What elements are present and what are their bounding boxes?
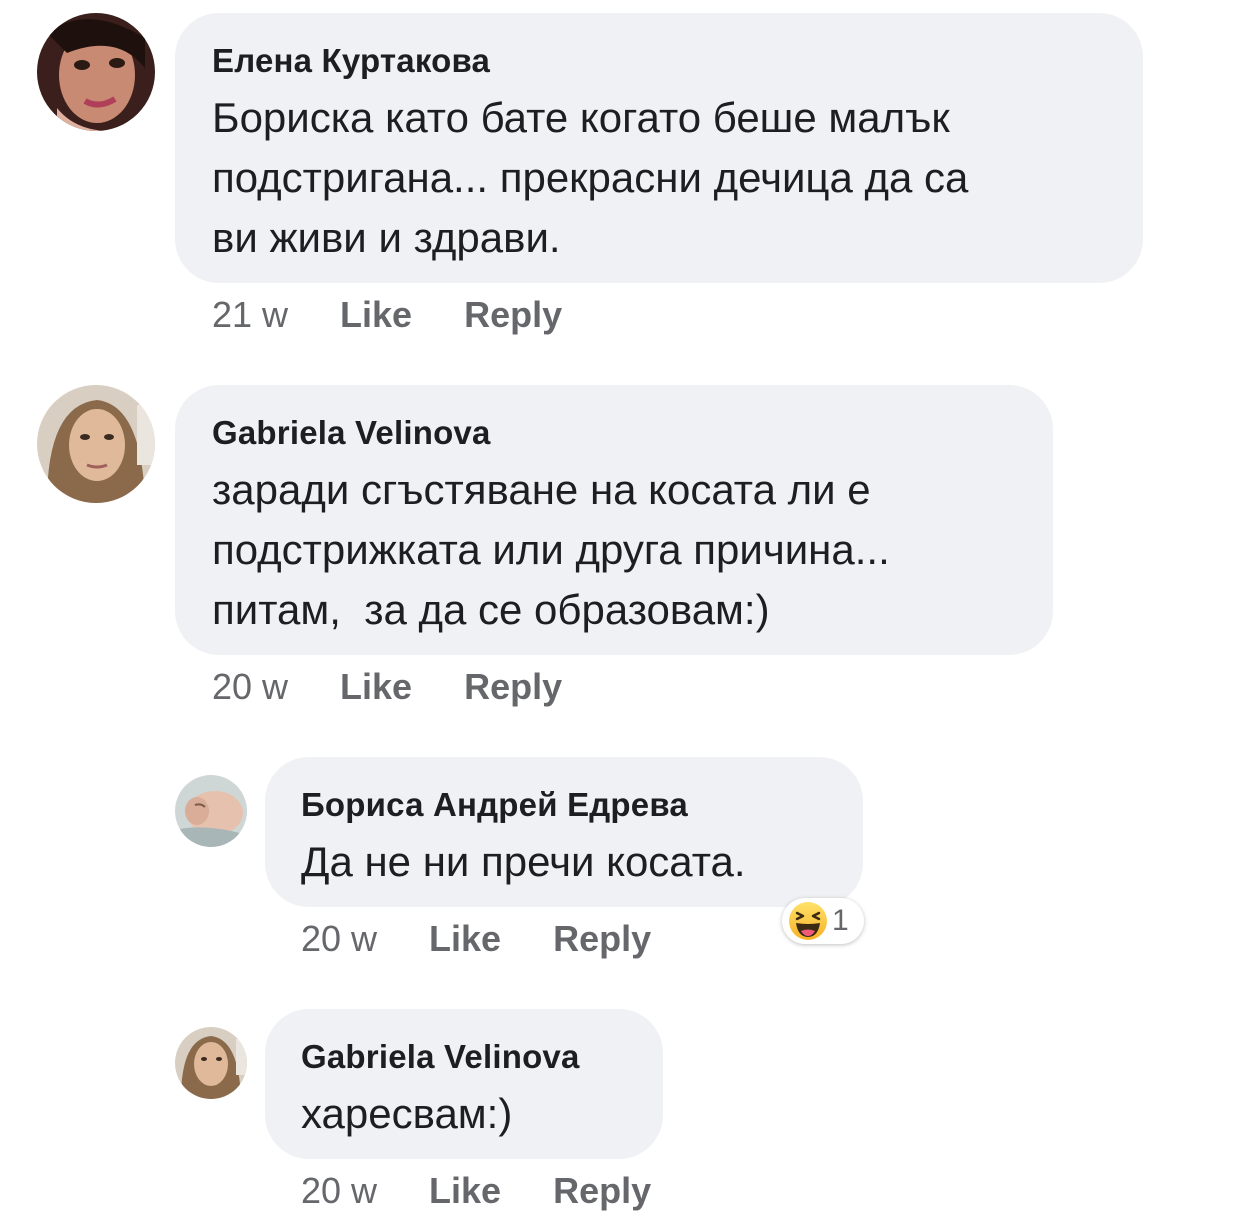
comment-text-line: подстригана... прекрасни дечица да са (212, 154, 969, 201)
reply-button[interactable]: Reply (464, 666, 562, 707)
comment-text-line: заради сгъстяване на косата ли е (212, 466, 871, 513)
comment-author[interactable]: Елена Куртакова (212, 42, 490, 80)
reaction-badge[interactable]: 1 (782, 898, 864, 944)
comment-timestamp[interactable]: 20 w (301, 1170, 377, 1211)
avatar-image (175, 1027, 247, 1099)
reply-button[interactable]: Reply (553, 918, 651, 959)
comment-text-line: питам, за да се образовам:) (212, 586, 770, 633)
avatar[interactable] (175, 775, 247, 847)
comment-text-line: Да не ни пречи косата. (301, 838, 746, 885)
reaction-count: 1 (832, 904, 849, 937)
comment-text-line: ви живи и здрави. (212, 214, 561, 261)
reply-button[interactable]: Reply (464, 294, 562, 335)
comment-author[interactable]: Бориса Андрей Едрева (301, 786, 688, 824)
comment-meta: 20 w Like Reply (301, 918, 651, 960)
comment-meta: 20 w Like Reply (301, 1170, 651, 1212)
avatar[interactable] (37, 385, 155, 503)
avatar-image (37, 385, 155, 503)
comment-text-line: харесвам:) (301, 1090, 513, 1137)
avatar[interactable] (37, 13, 155, 131)
like-button[interactable]: Like (340, 294, 412, 335)
comment-text-line: Бориска като бате когато беше малък (212, 94, 950, 141)
reply-button[interactable]: Reply (553, 1170, 651, 1211)
like-button[interactable]: Like (340, 666, 412, 707)
comment-meta: 21 w Like Reply (212, 294, 562, 336)
comment-meta: 20 w Like Reply (212, 666, 562, 708)
like-button[interactable]: Like (429, 1170, 501, 1211)
avatar-image (175, 775, 247, 847)
comment-text-line: подстрижката или друга причина... (212, 526, 890, 573)
comment-timestamp[interactable]: 21 w (212, 294, 288, 335)
comment-author[interactable]: Gabriela Velinova (212, 414, 491, 452)
comment-timestamp[interactable]: 20 w (212, 666, 288, 707)
haha-emoji-icon (789, 902, 827, 940)
comment-timestamp[interactable]: 20 w (301, 918, 377, 959)
avatar-image (37, 13, 155, 131)
comment-author[interactable]: Gabriela Velinova (301, 1038, 580, 1076)
avatar[interactable] (175, 1027, 247, 1099)
like-button[interactable]: Like (429, 918, 501, 959)
